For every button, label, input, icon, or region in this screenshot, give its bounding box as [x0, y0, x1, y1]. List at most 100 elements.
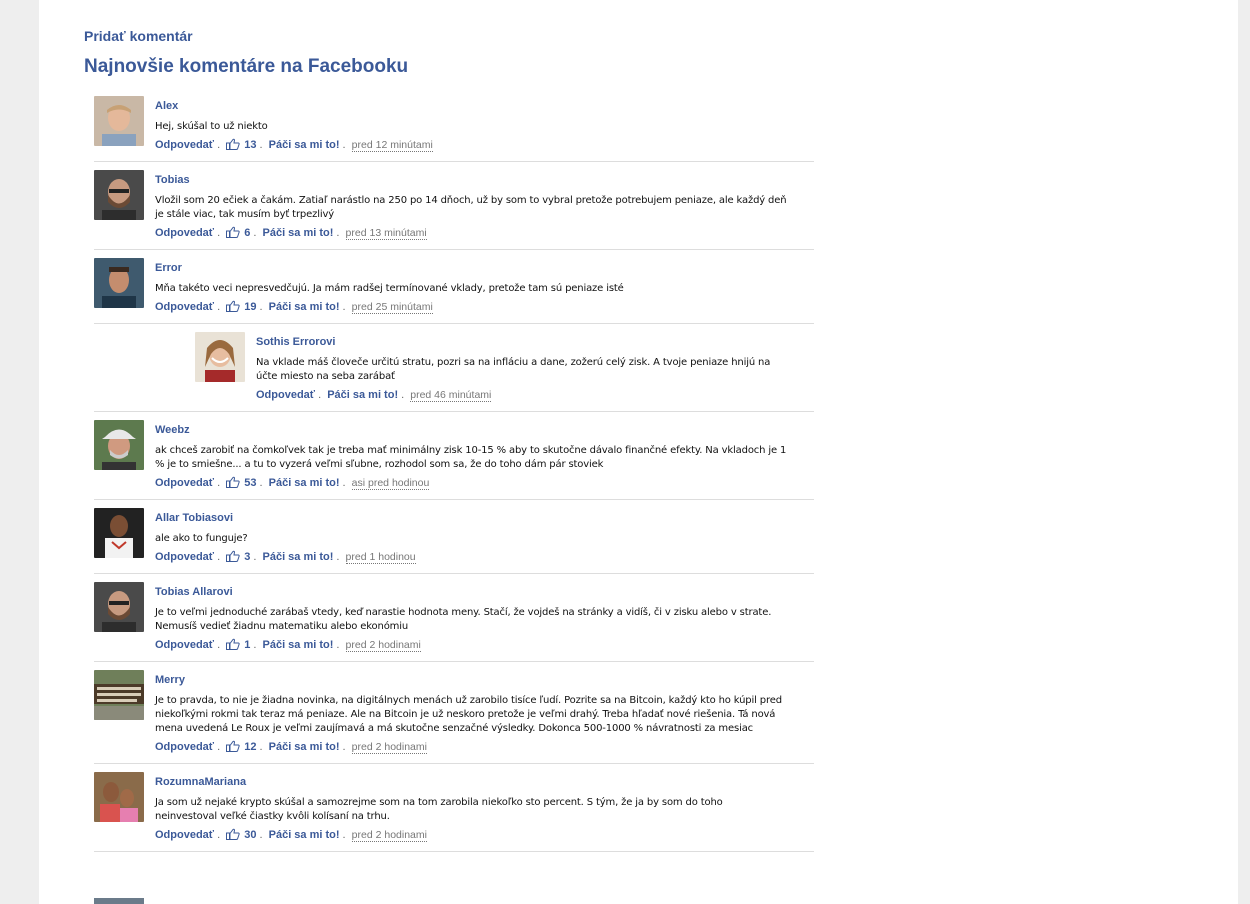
content-panel: Pridať komentár Najnovšie komentáre na F… [39, 0, 1238, 904]
reply-link[interactable]: Odpovedať [155, 301, 214, 313]
commenter-name[interactable]: Error [155, 262, 814, 275]
comment-text: Je to veľmi jednoduché zarábaš vtedy, ke… [155, 607, 772, 632]
like-link[interactable]: Páči sa mi to! [269, 477, 340, 489]
comment-text: Ja som už nejaké krypto skúšal a samozre… [155, 797, 723, 822]
comment: Merry Je to pravda, to nie je žiadna nov… [94, 662, 814, 764]
comment: Tobias Vložil som 20 ečiek a čakám. Zati… [94, 162, 814, 250]
like-count: 6 [244, 227, 251, 239]
comment-actions: Odpovedať. 53. Páči sa mi to!. asi pred … [155, 476, 430, 490]
reply-link[interactable]: Odpovedať [155, 741, 214, 753]
comment-actions: Odpovedať. 3. Páči sa mi to!. pred 1 hod… [155, 550, 416, 564]
thumbs-up-icon [226, 226, 241, 239]
comment-body: Error Mňa takéto veci nepresvedčujú. Ja … [155, 262, 814, 314]
comment-body: Tobias Allarovi Je to veľmi jednoduché z… [155, 586, 814, 652]
like-count: 12 [244, 741, 257, 753]
comment-body: Weebz ak chceš zarobiť na čomkoľvek tak … [155, 424, 814, 490]
timestamp: pred 1 hodinou [345, 551, 416, 564]
avatar[interactable] [94, 420, 144, 470]
like-count: 3 [244, 551, 251, 563]
comment: Allar Tobiasovi ale ako to funguje? Odpo… [94, 500, 814, 574]
commenter-name[interactable]: Merry [155, 674, 814, 687]
comment: Tobias Allarovi Je to veľmi jednoduché z… [94, 574, 814, 662]
reply-link[interactable]: Odpovedať [155, 227, 214, 239]
avatar[interactable] [94, 898, 144, 904]
avatar[interactable] [94, 670, 144, 720]
comment: Weebz ak chceš zarobiť na čomkoľvek tak … [94, 412, 814, 500]
comment-text: Je to pravda, to nie je žiadna novinka, … [155, 695, 782, 734]
thumbs-up-icon [226, 828, 241, 841]
comment-text: Hej, skúšal to už niekto [155, 121, 268, 132]
timestamp: pred 12 minútami [351, 139, 433, 152]
commenter-name[interactable]: Allar Tobiasovi [155, 512, 814, 525]
add-comment-link[interactable]: Pridať komentár [84, 28, 193, 44]
commenter-name[interactable]: Weebz [155, 424, 814, 437]
timestamp: pred 2 hodinami [345, 639, 421, 652]
like-count: 53 [244, 477, 257, 489]
comment-body: Tobias Vložil som 20 ečiek a čakám. Zati… [155, 174, 814, 240]
avatar[interactable] [94, 508, 144, 558]
avatar[interactable] [94, 772, 144, 822]
comment-actions: Odpovedať. 12. Páči sa mi to!. pred 2 ho… [155, 740, 427, 754]
like-count: 1 [244, 639, 251, 651]
reply-link[interactable]: Odpovedať [155, 829, 214, 841]
avatar[interactable] [94, 258, 144, 308]
comment-body: RozumnaMariana Ja som už nejaké krypto s… [155, 776, 814, 842]
commenter-name[interactable]: RozumnaMariana [155, 776, 814, 789]
comment-text: ak chceš zarobiť na čomkoľvek tak je tre… [155, 445, 787, 470]
like-link[interactable]: Páči sa mi to! [263, 639, 334, 651]
comment-text: Mňa takéto veci nepresvedčujú. Ja mám ra… [155, 283, 624, 294]
thumbs-up-icon [226, 740, 241, 753]
like-count: 13 [244, 139, 257, 151]
like-link[interactable]: Páči sa mi to! [263, 551, 334, 563]
comment: Error Mňa takéto veci nepresvedčujú. Ja … [94, 250, 814, 324]
comment-body: Sothis Errorovi Na vklade máš človeče ur… [256, 336, 814, 402]
timestamp: pred 2 hodinami [351, 829, 427, 842]
comment-body: Merry Je to pravda, to nie je žiadna nov… [155, 674, 814, 754]
thumbs-up-icon [226, 638, 241, 651]
like-count: 19 [244, 301, 257, 313]
timestamp: pred 25 minútami [351, 301, 433, 314]
like-link[interactable]: Páči sa mi to! [327, 389, 398, 401]
comment-actions: Odpovedať. 30. Páči sa mi to!. pred 2 ho… [155, 828, 427, 842]
comment: RozumnaMariana Ja som už nejaké krypto s… [94, 764, 814, 852]
comment-actions: Odpovedať. 1. Páči sa mi to!. pred 2 hod… [155, 638, 421, 652]
timestamp: asi pred hodinou [351, 477, 430, 490]
comment: Alex Hej, skúšal to už niekto Odpovedať.… [94, 88, 814, 162]
comment-actions: Odpovedať. Páči sa mi to!. pred 46 minút… [256, 389, 492, 402]
comment-list: Alex Hej, skúšal to už niekto Odpovedať.… [94, 88, 814, 852]
comment-text: Na vklade máš človeče určitú stratu, poz… [256, 357, 771, 382]
comment-text: Vložil som 20 ečiek a čakám. Zatiaľ nará… [155, 195, 787, 220]
like-link[interactable]: Páči sa mi to! [269, 301, 340, 313]
comment-actions: Odpovedať. 13. Páči sa mi to!. pred 12 m… [155, 138, 433, 152]
avatar[interactable] [94, 170, 144, 220]
avatar[interactable] [195, 332, 245, 382]
reply-link[interactable]: Odpovedať [256, 389, 315, 401]
reply-link[interactable]: Odpovedať [155, 139, 214, 151]
reply-link[interactable]: Odpovedať [155, 477, 214, 489]
timestamp: pred 13 minútami [345, 227, 427, 240]
avatar[interactable] [94, 96, 144, 146]
timestamp: pred 2 hodinami [351, 741, 427, 754]
thumbs-up-icon [226, 300, 241, 313]
like-link[interactable]: Páči sa mi to! [263, 227, 334, 239]
comment-text: ale ako to funguje? [155, 533, 248, 544]
comment-actions: Odpovedať. 19. Páči sa mi to!. pred 25 m… [155, 300, 433, 314]
comment-actions: Odpovedať. 6. Páči sa mi to!. pred 13 mi… [155, 226, 427, 240]
comment-body: Alex Hej, skúšal to už niekto Odpovedať.… [155, 100, 814, 152]
reply-link[interactable]: Odpovedať [155, 639, 214, 651]
commenter-name[interactable]: Tobias Allarovi [155, 586, 814, 599]
like-link[interactable]: Páči sa mi to! [269, 741, 340, 753]
like-link[interactable]: Páči sa mi to! [269, 829, 340, 841]
section-title: Najnovšie komentáre na Facebooku [84, 56, 409, 77]
commenter-name[interactable]: Sothis Errorovi [256, 336, 814, 349]
reply-link[interactable]: Odpovedať [155, 551, 214, 563]
thumbs-up-icon [226, 476, 241, 489]
reply-comment: Sothis Errorovi Na vklade máš človeče ur… [94, 324, 814, 412]
thumbs-up-icon [226, 550, 241, 563]
like-count: 30 [244, 829, 257, 841]
commenter-name[interactable]: Alex [155, 100, 814, 113]
like-link[interactable]: Páči sa mi to! [269, 139, 340, 151]
avatar[interactable] [94, 582, 144, 632]
timestamp: pred 46 minútami [410, 389, 492, 402]
commenter-name[interactable]: Tobias [155, 174, 814, 187]
